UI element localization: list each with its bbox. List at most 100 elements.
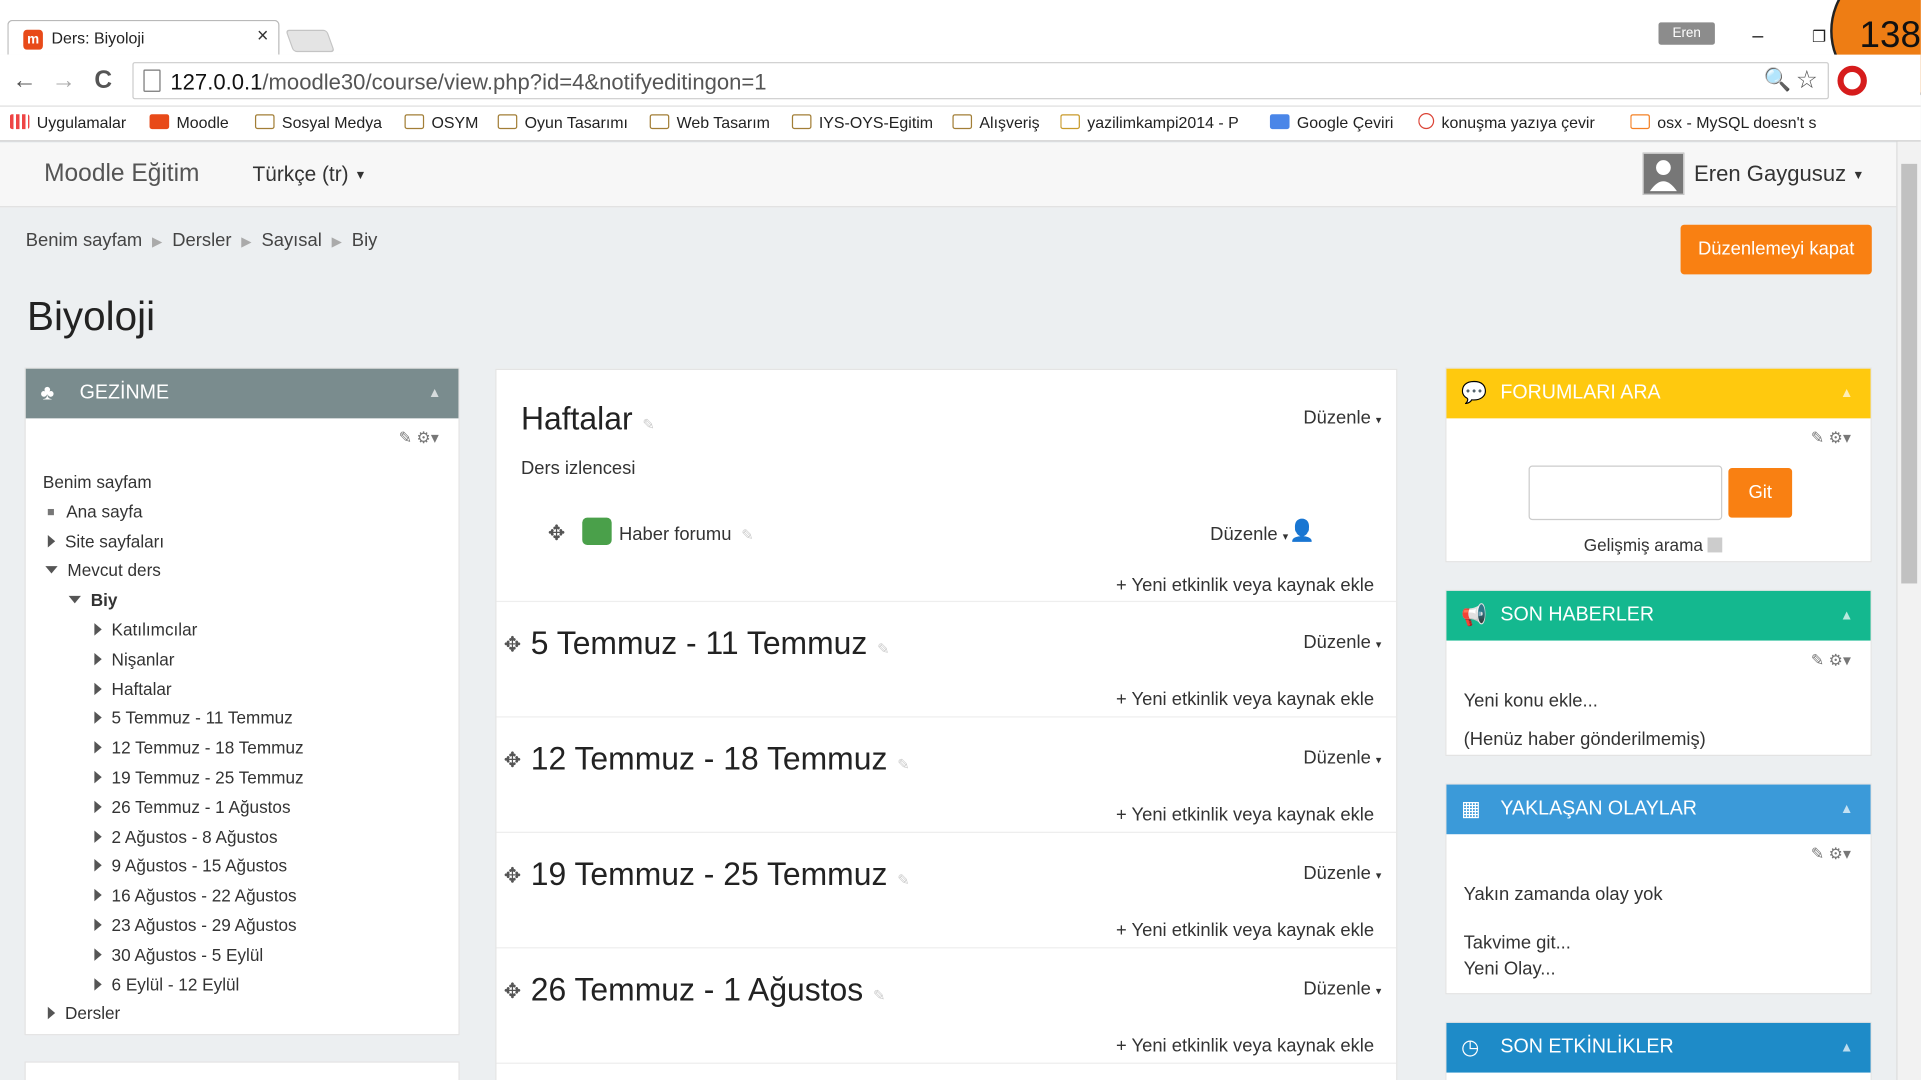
profile-chip[interactable]: Eren bbox=[1658, 22, 1715, 45]
language-menu[interactable]: Türkçe (tr) ▼ bbox=[253, 163, 367, 188]
bookmark-label: konuşma yazıya çevir bbox=[1441, 112, 1595, 132]
move-icon[interactable]: ✥ bbox=[504, 633, 521, 658]
collapse-icon[interactable]: ▲ bbox=[428, 369, 441, 419]
browser-tab[interactable]: m Ders: Biyoloji × bbox=[7, 19, 280, 55]
forum-search-input[interactable] bbox=[1528, 465, 1723, 521]
edit-pencil-icon[interactable]: ✎ bbox=[873, 987, 885, 1004]
avatar[interactable] bbox=[1642, 152, 1685, 195]
nav-item[interactable]: 23 Ağustos - 29 Ağustos bbox=[43, 911, 304, 941]
collapse-icon[interactable]: ▲ bbox=[1840, 369, 1853, 419]
close-tab-icon[interactable]: × bbox=[257, 26, 268, 48]
move-icon[interactable]: ✥ bbox=[504, 749, 521, 774]
nav-item[interactable]: 5 Temmuz - 11 Temmuz bbox=[43, 704, 304, 734]
nav-item[interactable]: 2 Ağustos - 8 Ağustos bbox=[43, 823, 304, 853]
add-activity-link[interactable]: + Yeni etkinlik veya kaynak ekle bbox=[1116, 575, 1374, 596]
news-block-header[interactable]: 📢 SON HABERLER ▲ bbox=[1446, 590, 1871, 641]
bookmark-moodle[interactable]: Moodle bbox=[149, 113, 229, 132]
opera-icon[interactable] bbox=[1837, 65, 1867, 96]
collapse-icon[interactable]: ▲ bbox=[1840, 591, 1853, 641]
bookmark-link[interactable]: konuşma yazıya çevir bbox=[1418, 112, 1614, 132]
bookmark-folder[interactable]: Sosyal Medya bbox=[254, 113, 382, 132]
breadcrumb-item[interactable]: Biy bbox=[352, 230, 378, 251]
nav-item-dersler[interactable]: Dersler bbox=[43, 1000, 304, 1030]
forward-icon[interactable]: → bbox=[51, 67, 76, 96]
nav-item-biy[interactable]: Biy bbox=[43, 586, 304, 616]
bookmark-apps[interactable]: Uygulamalar bbox=[9, 113, 126, 132]
go-to-calendar-link[interactable]: Takvime git... bbox=[1464, 932, 1571, 953]
move-icon[interactable]: ✥ bbox=[548, 521, 565, 546]
recent-activity-header[interactable]: ◷ SON ETKİNLİKLER ▲ bbox=[1446, 1022, 1871, 1073]
forum-link[interactable]: Haber forumu ✎ bbox=[619, 524, 754, 545]
scrollbar-thumb[interactable] bbox=[1901, 163, 1918, 584]
bookmark-link[interactable]: Google Çeviri bbox=[1269, 113, 1393, 132]
nav-item[interactable]: 16 Ağustos - 22 Ağustos bbox=[43, 882, 304, 912]
user-menu[interactable]: Eren Gaygusuz ▼ bbox=[1694, 161, 1864, 187]
zoom-icon[interactable]: 🔍 bbox=[1764, 67, 1791, 93]
block-actions-icon[interactable]: ✎ ⚙▾ bbox=[1811, 650, 1851, 670]
user-icon[interactable]: 👤 bbox=[1289, 519, 1315, 544]
navigation-block-header[interactable]: ♣ GEZİNME ▲ bbox=[25, 368, 459, 419]
move-icon[interactable]: ✥ bbox=[504, 979, 521, 1004]
section-edit-menu[interactable]: Düzenle ▾ bbox=[1303, 632, 1381, 653]
bookmark-folder[interactable]: OSYM bbox=[404, 113, 478, 132]
bookmark-star-icon[interactable]: ☆ bbox=[1796, 65, 1818, 96]
url-bar[interactable]: 127.0.0.1/moodle30/course/view.php?id=4&… bbox=[132, 62, 1829, 100]
nav-item[interactable]: 30 Ağustos - 5 Eylül bbox=[43, 941, 304, 971]
new-tab-button[interactable] bbox=[285, 29, 335, 53]
edit-pencil-icon[interactable]: ✎ bbox=[642, 416, 654, 433]
edit-pencil-icon[interactable]: ✎ bbox=[897, 756, 909, 773]
nav-item[interactable]: Katılımcılar bbox=[43, 616, 304, 646]
reload-icon[interactable]: C bbox=[94, 67, 112, 96]
bookmark-folder[interactable]: Alışveriş bbox=[952, 113, 1040, 132]
bookmark-folder[interactable]: Oyun Tasarımı bbox=[497, 113, 628, 132]
add-activity-link[interactable]: + Yeni etkinlik veya kaynak ekle bbox=[1116, 1035, 1374, 1056]
block-actions-icon[interactable]: ✎ ⚙▾ bbox=[1811, 844, 1851, 864]
nav-item[interactable]: 12 Temmuz - 18 Temmuz bbox=[43, 734, 304, 764]
nav-item-site-sayfalari[interactable]: Site sayfaları bbox=[43, 527, 304, 557]
bookmark-link[interactable]: osx - MySQL doesn't s bbox=[1630, 113, 1826, 132]
section-edit-menu[interactable]: Düzenle ▾ bbox=[1303, 747, 1381, 768]
nav-item[interactable]: 19 Temmuz - 25 Temmuz bbox=[43, 763, 304, 793]
nav-item[interactable]: Haftalar bbox=[43, 675, 304, 705]
breadcrumb-item[interactable]: Sayısal bbox=[261, 230, 321, 251]
nav-item[interactable]: Nişanlar bbox=[43, 645, 304, 675]
help-icon[interactable] bbox=[1707, 537, 1723, 553]
nav-item[interactable]: 26 Temmuz - 1 Ağustos bbox=[43, 793, 304, 823]
nav-item-mevcut-ders[interactable]: Mevcut ders bbox=[43, 557, 304, 587]
block-actions-icon[interactable]: ✎ ⚙▾ bbox=[399, 428, 439, 448]
turn-editing-off-button[interactable]: Düzenlemeyi kapat bbox=[1680, 224, 1872, 275]
collapse-icon[interactable]: ▲ bbox=[1840, 1023, 1853, 1073]
new-event-link[interactable]: Yeni Olay... bbox=[1464, 958, 1556, 979]
add-activity-link[interactable]: + Yeni etkinlik veya kaynak ekle bbox=[1116, 804, 1374, 825]
section-edit-menu[interactable]: Düzenle ▾ bbox=[1303, 407, 1381, 428]
site-brand[interactable]: Moodle Eğitim bbox=[44, 160, 199, 189]
back-icon[interactable]: ← bbox=[12, 67, 37, 96]
bookmark-folder[interactable]: IYS-OYS-Egitim bbox=[791, 113, 933, 132]
collapse-icon[interactable]: ▲ bbox=[1840, 785, 1853, 835]
bookmark-folder[interactable]: Web Tasarım bbox=[649, 113, 770, 132]
add-activity-link[interactable]: + Yeni etkinlik veya kaynak ekle bbox=[1116, 920, 1374, 941]
breadcrumb-item[interactable]: Dersler bbox=[172, 230, 231, 251]
page-scrollbar[interactable] bbox=[1896, 141, 1921, 1080]
nav-item-benim-sayfam[interactable]: Benim sayfam bbox=[43, 468, 304, 498]
add-topic-link[interactable]: Yeni konu ekle... bbox=[1464, 690, 1598, 711]
nav-item[interactable]: 6 Eylül - 12 Eylül bbox=[43, 970, 304, 1000]
breadcrumb-item[interactable]: Benim sayfam bbox=[26, 230, 143, 251]
block-actions-icon[interactable]: ✎ ⚙▾ bbox=[1811, 428, 1851, 448]
move-icon[interactable]: ✥ bbox=[504, 864, 521, 889]
edit-pencil-icon[interactable]: ✎ bbox=[897, 871, 909, 888]
section-edit-menu[interactable]: Düzenle ▾ bbox=[1303, 978, 1381, 999]
activity-edit-menu[interactable]: Düzenle ▾ bbox=[1210, 524, 1288, 545]
section-edit-menu[interactable]: Düzenle ▾ bbox=[1303, 863, 1381, 884]
add-activity-link[interactable]: + Yeni etkinlik veya kaynak ekle bbox=[1116, 689, 1374, 710]
nav-item[interactable]: 9 Ağustos - 15 Ağustos bbox=[43, 852, 304, 882]
bookmark-link[interactable]: yazilimkampi2014 - P bbox=[1060, 113, 1256, 132]
advanced-search-link[interactable]: Gelişmiş arama bbox=[1584, 535, 1723, 555]
edit-pencil-icon[interactable]: ✎ bbox=[741, 526, 753, 543]
forum-search-header[interactable]: 💬 FORUMLARI ARA ▲ bbox=[1446, 368, 1871, 419]
minimize-button[interactable]: – bbox=[1728, 20, 1787, 55]
go-button[interactable]: Git bbox=[1728, 468, 1793, 518]
events-block-header[interactable]: ▦ YAKLAŞAN OLAYLAR ▲ bbox=[1446, 784, 1871, 835]
nav-item-ana-sayfa[interactable]: Ana sayfa bbox=[43, 498, 304, 528]
edit-pencil-icon[interactable]: ✎ bbox=[877, 641, 889, 658]
